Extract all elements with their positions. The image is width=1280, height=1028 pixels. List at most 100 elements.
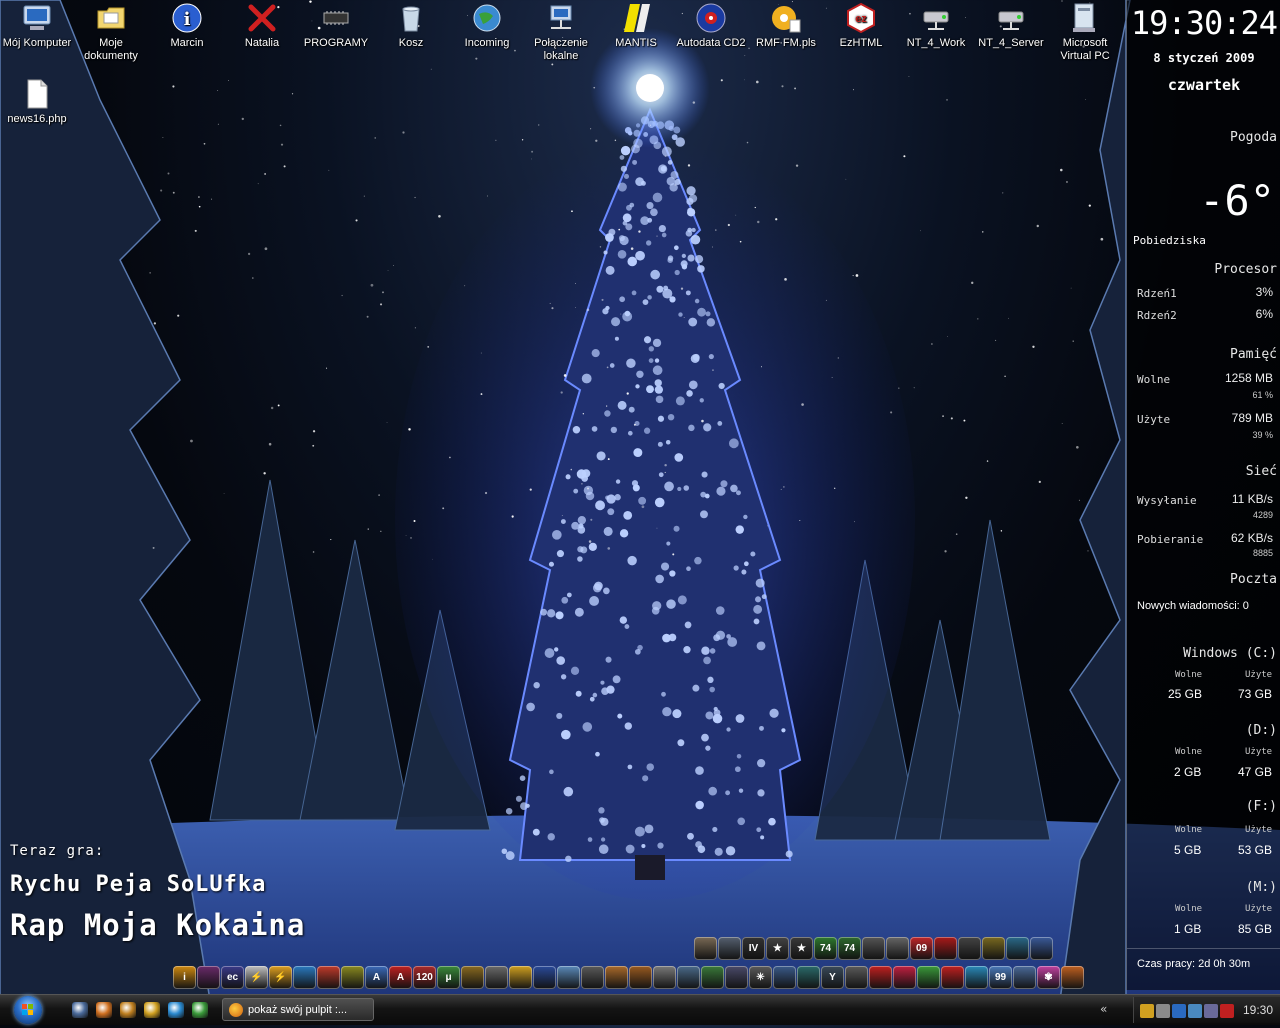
desktop-icon-local-connection[interactable]: Połączenie lokalne bbox=[524, 0, 598, 63]
chrome-icon[interactable] bbox=[917, 966, 940, 989]
desktop-icon-marcin[interactable]: i Marcin bbox=[150, 0, 224, 50]
desktop-icon-my-documents[interactable]: Moje dokumenty bbox=[74, 0, 148, 63]
lightning-tray-icon[interactable] bbox=[1140, 1004, 1154, 1018]
font-icon[interactable]: A bbox=[365, 966, 388, 989]
now-playing-label: Teraz gra: bbox=[10, 843, 105, 859]
memory-free-label: Wolne bbox=[1137, 373, 1171, 386]
game3-icon[interactable] bbox=[982, 937, 1005, 960]
drive-d-used: 47 GB bbox=[1238, 765, 1273, 779]
desktop-icon-kosz[interactable]: Kosz bbox=[374, 0, 448, 50]
paint-icon[interactable] bbox=[1061, 966, 1084, 989]
desktop-icon-nt4-work[interactable]: NT_4_Work bbox=[899, 0, 973, 50]
ec-icon[interactable]: ec bbox=[221, 966, 244, 989]
star-icon[interactable]: ★ bbox=[766, 937, 789, 960]
game-icon[interactable]: 74 bbox=[814, 937, 837, 960]
window-icon[interactable] bbox=[605, 966, 628, 989]
monitor-icon[interactable] bbox=[725, 966, 748, 989]
drive-f-used: 53 GB bbox=[1238, 843, 1273, 857]
utorrent-icon[interactable] bbox=[192, 1002, 208, 1018]
tray-clock[interactable]: 19:30 bbox=[1243, 1003, 1273, 1017]
gta-iv-icon[interactable]: IV bbox=[742, 937, 765, 960]
nfs-icon[interactable] bbox=[934, 937, 957, 960]
pencil-icon[interactable] bbox=[144, 1002, 160, 1018]
nero-icon[interactable] bbox=[941, 966, 964, 989]
antivirus-icon[interactable] bbox=[1220, 1004, 1234, 1018]
racing-icon[interactable] bbox=[862, 937, 885, 960]
car-icon[interactable] bbox=[845, 966, 868, 989]
desktop-icon-rmf-fm[interactable]: RMF FM.pls bbox=[749, 0, 823, 50]
fifa-09-icon[interactable]: 09 bbox=[910, 937, 933, 960]
desktop-icon-natalia[interactable]: Natalia bbox=[225, 0, 299, 50]
chip-icon bbox=[323, 11, 349, 25]
monitor-tray-icon[interactable] bbox=[1204, 1004, 1218, 1018]
game4-icon[interactable] bbox=[1006, 937, 1029, 960]
desktop-icon-label: EzHTML bbox=[839, 37, 883, 49]
drive-c-used: 73 GB bbox=[1238, 687, 1273, 701]
dock-row-top: IV ★ ★ 74 74 09 bbox=[694, 937, 1053, 961]
ship-icon[interactable] bbox=[581, 966, 604, 989]
bug-icon[interactable] bbox=[197, 966, 220, 989]
opera-icon[interactable] bbox=[869, 966, 892, 989]
flower-icon[interactable]: ✾ bbox=[1037, 966, 1060, 989]
desktop-icon-news16[interactable]: news16.php bbox=[0, 76, 74, 126]
winamp-icon[interactable] bbox=[120, 1002, 136, 1018]
swirl-icon[interactable] bbox=[317, 966, 340, 989]
acrobat-icon[interactable]: A bbox=[389, 966, 412, 989]
info-icon[interactable]: i bbox=[173, 966, 196, 989]
desktop-icon-mantis[interactable]: MANTIS bbox=[599, 0, 673, 50]
skype-icon[interactable] bbox=[168, 1002, 184, 1018]
start-button[interactable] bbox=[14, 996, 42, 1024]
desktop-icon-my-computer[interactable]: Mój Komputer bbox=[0, 0, 74, 50]
truck-icon[interactable] bbox=[694, 937, 717, 960]
desktop-icon-autodata[interactable]: Autodata CD2 bbox=[674, 0, 748, 50]
network-icon[interactable] bbox=[461, 966, 484, 989]
network-drive-icon bbox=[923, 11, 949, 30]
refresh-icon[interactable] bbox=[773, 966, 796, 989]
truck2-icon[interactable] bbox=[718, 937, 741, 960]
racing2-icon[interactable] bbox=[886, 937, 909, 960]
camera-icon[interactable] bbox=[965, 966, 988, 989]
ie-icon[interactable]: 99 bbox=[989, 966, 1012, 989]
notepad-icon[interactable] bbox=[485, 966, 508, 989]
desktop-icon-ezhtml[interactable]: ez EzHTML bbox=[824, 0, 898, 50]
desktop-icon-virtual-pc[interactable]: Microsoft Virtual PC bbox=[1048, 0, 1122, 63]
board-icon[interactable] bbox=[677, 966, 700, 989]
desktop-icon[interactable] bbox=[1013, 966, 1036, 989]
save-icon[interactable] bbox=[533, 966, 556, 989]
runner-icon[interactable] bbox=[293, 966, 316, 989]
drive-f-name: (F:) bbox=[1245, 799, 1277, 814]
network-drive-icon bbox=[998, 11, 1024, 30]
snowflake-icon[interactable]: ✳ bbox=[749, 966, 772, 989]
sport-icon[interactable] bbox=[958, 937, 981, 960]
media-icon[interactable] bbox=[893, 966, 916, 989]
doc-icon[interactable] bbox=[629, 966, 652, 989]
show-desktop-icon[interactable] bbox=[72, 1002, 88, 1018]
cpu-core2-value: 6% bbox=[1255, 307, 1273, 321]
molecule-icon[interactable] bbox=[797, 966, 820, 989]
info-icon: i bbox=[172, 3, 202, 33]
desktop-icon-programy[interactable]: PROGRAMY bbox=[299, 0, 373, 50]
game2-icon[interactable]: 74 bbox=[838, 937, 861, 960]
y-icon[interactable]: Y bbox=[821, 966, 844, 989]
kd-icon[interactable] bbox=[701, 966, 724, 989]
star2-icon[interactable]: ★ bbox=[790, 937, 813, 960]
torrent-icon[interactable]: μ bbox=[437, 966, 460, 989]
search-tray-icon[interactable] bbox=[1156, 1004, 1170, 1018]
lightning2-icon[interactable]: ⚡ bbox=[269, 966, 292, 989]
zoom-icon[interactable]: 120 bbox=[413, 966, 436, 989]
desktop-icon-incoming[interactable]: Incoming bbox=[450, 0, 524, 50]
plane-icon[interactable] bbox=[557, 966, 580, 989]
fan-icon[interactable] bbox=[653, 966, 676, 989]
now-playing-title: Rap Moja Kokaina bbox=[10, 908, 306, 942]
desktop-icon-nt4-server[interactable]: NT_4_Server bbox=[974, 0, 1048, 50]
network-download-value: 62 KB/s bbox=[1230, 531, 1273, 545]
bars-icon[interactable] bbox=[341, 966, 364, 989]
taskbar-window-button[interactable]: pokaż swój pulpit :... bbox=[222, 998, 374, 1021]
firefox-icon[interactable] bbox=[96, 1002, 112, 1018]
game5-icon[interactable] bbox=[1030, 937, 1053, 960]
smile-icon[interactable] bbox=[509, 966, 532, 989]
tray-expand-icon[interactable]: « bbox=[1100, 1002, 1107, 1016]
network-tray-icon[interactable] bbox=[1188, 1004, 1202, 1018]
lightning-icon[interactable]: ⚡ bbox=[245, 966, 268, 989]
bluetooth-icon[interactable] bbox=[1172, 1004, 1186, 1018]
